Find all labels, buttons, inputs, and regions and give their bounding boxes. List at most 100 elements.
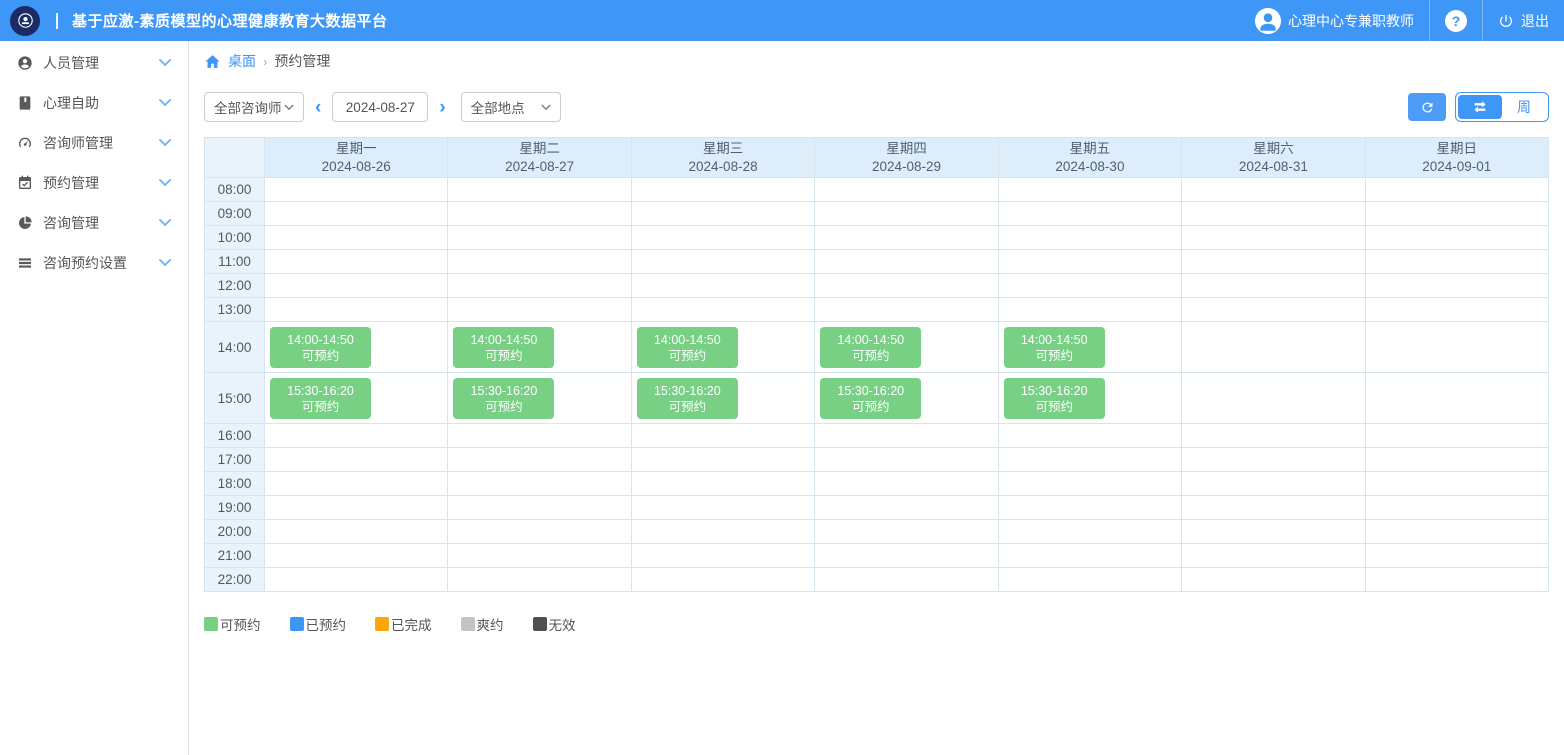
calendar-cell: [632, 448, 815, 472]
calendar-cell: [999, 274, 1182, 298]
slot-block[interactable]: 14:00-14:50可预约: [1004, 327, 1105, 368]
slot-status: 可预约: [485, 348, 523, 364]
day-date: 2024-08-27: [505, 158, 574, 176]
slot-block[interactable]: 15:30-16:20可预约: [453, 378, 554, 419]
calendar-cell: [265, 568, 448, 592]
day-date: 2024-08-28: [689, 158, 758, 176]
next-week-button[interactable]: ›: [439, 98, 445, 117]
calendar-cell: [1366, 373, 1549, 424]
slot-block[interactable]: 15:30-16:20可预约: [637, 378, 738, 419]
day-date: 2024-08-26: [322, 158, 391, 176]
refresh-button[interactable]: [1408, 93, 1446, 121]
slot-block[interactable]: 14:00-14:50可预约: [270, 327, 371, 368]
calendar-cell: [1366, 226, 1549, 250]
calendar-cell: [1366, 424, 1549, 448]
sidebar-item-appointment-mgmt[interactable]: 预约管理: [0, 163, 188, 203]
calendar-cell: [448, 496, 631, 520]
sidebar-item-label: 心理自助: [43, 93, 99, 113]
calendar-cell: [1366, 178, 1549, 202]
slot-time: 14:00-14:50: [837, 332, 904, 348]
calendar-cell: [265, 202, 448, 226]
week-view-button[interactable]: 周: [1502, 95, 1546, 119]
slot-block[interactable]: 15:30-16:20可预约: [1004, 378, 1105, 419]
calendar-cell: [1366, 274, 1549, 298]
calendar-cell: [265, 544, 448, 568]
day-name: 星期六: [1253, 140, 1294, 158]
slot-block[interactable]: 14:00-14:50可预约: [453, 327, 554, 368]
calendar-cell: [815, 226, 998, 250]
slot-status: 可预约: [852, 399, 890, 415]
sidebar-item-personnel[interactable]: 人员管理: [0, 43, 188, 83]
sidebar-item-consult-mgmt[interactable]: 咨询管理: [0, 203, 188, 243]
calendar-cell: [999, 448, 1182, 472]
home-icon[interactable]: [204, 53, 221, 70]
time-label: 13:00: [205, 298, 265, 322]
calendar-cell: [1182, 226, 1365, 250]
dashboard-icon: [17, 135, 33, 151]
chevron-down-icon: [159, 139, 171, 147]
breadcrumb-current: 预约管理: [274, 51, 330, 71]
chevron-down-icon: [159, 219, 171, 227]
swap-view-button[interactable]: [1458, 95, 1502, 119]
calendar-cell: [815, 424, 998, 448]
slot-status: 可预约: [302, 348, 340, 364]
calendar-cell: [815, 448, 998, 472]
counselor-filter-select[interactable]: 全部咨询师: [204, 92, 304, 122]
prev-week-button[interactable]: ‹: [315, 98, 321, 117]
date-input[interactable]: 2024-08-27: [332, 92, 428, 122]
sidebar-item-self-help[interactable]: 心理自助: [0, 83, 188, 123]
slot-block[interactable]: 14:00-14:50可预约: [820, 327, 921, 368]
legend-item-invalid: 无效: [533, 614, 576, 634]
chevron-down-icon: [159, 259, 171, 267]
day-header: 星期日2024-09-01: [1366, 138, 1549, 178]
day-header: 星期二2024-08-27: [448, 138, 631, 178]
user-name: 心理中心专兼职教师: [1288, 11, 1414, 31]
calendar-cell: [999, 298, 1182, 322]
pie-chart-icon: [17, 215, 33, 231]
calendar-cell: [448, 472, 631, 496]
user-avatar-icon: [1255, 8, 1281, 34]
calendar-cell: [448, 520, 631, 544]
slot-block[interactable]: 14:00-14:50可预约: [637, 327, 738, 368]
logout-button[interactable]: 退出: [1482, 0, 1564, 41]
calendar-cell: [1182, 520, 1365, 544]
day-name: 星期三: [703, 140, 744, 158]
sidebar-item-counselor-mgmt[interactable]: 咨询师管理: [0, 123, 188, 163]
time-label: 18:00: [205, 472, 265, 496]
breadcrumb-home-link[interactable]: 桌面: [228, 51, 256, 71]
main-content: 桌面 › 预约管理 全部咨询师 ‹ 2024-08-27 › 全部地点: [189, 41, 1564, 755]
calendar-cell: [1182, 544, 1365, 568]
calendar-cell: [999, 472, 1182, 496]
legend-label: 已完成: [391, 614, 432, 634]
legend-label: 已预约: [306, 614, 347, 634]
slot-time: 15:30-16:20: [471, 383, 538, 399]
calendar-cell: 14:00-14:50可预约: [448, 322, 631, 373]
time-label: 21:00: [205, 544, 265, 568]
slot-block[interactable]: 15:30-16:20可预约: [820, 378, 921, 419]
list-icon: [17, 255, 33, 271]
time-label: 12:00: [205, 274, 265, 298]
calendar-cell: [265, 424, 448, 448]
day-date: 2024-08-31: [1239, 158, 1308, 176]
calendar-cell: [815, 496, 998, 520]
user-circle-icon: [17, 55, 33, 71]
app-header: 基于应激-素质模型的心理健康教育大数据平台 心理中心专兼职教师 ? 退出: [0, 0, 1564, 41]
time-label: 22:00: [205, 568, 265, 592]
slot-block[interactable]: 15:30-16:20可预约: [270, 378, 371, 419]
slot-time: 15:30-16:20: [837, 383, 904, 399]
help-button[interactable]: ?: [1429, 0, 1482, 41]
calendar-cell: 14:00-14:50可预约: [815, 322, 998, 373]
calendar-cell: 14:00-14:50可预约: [999, 322, 1182, 373]
calendar-cell: [632, 520, 815, 544]
day-name: 星期二: [519, 140, 560, 158]
calendar-cell: [1182, 298, 1365, 322]
time-label: 20:00: [205, 520, 265, 544]
app-logo: [10, 6, 40, 36]
slot-time: 14:00-14:50: [471, 332, 538, 348]
slot-time: 14:00-14:50: [1021, 332, 1088, 348]
chevron-down-icon: [159, 59, 171, 67]
location-filter-select[interactable]: 全部地点: [461, 92, 561, 122]
user-menu[interactable]: 心理中心专兼职教师: [1240, 0, 1429, 41]
sidebar-item-appointment-settings[interactable]: 咨询预约设置: [0, 243, 188, 283]
slot-status: 可预约: [852, 348, 890, 364]
